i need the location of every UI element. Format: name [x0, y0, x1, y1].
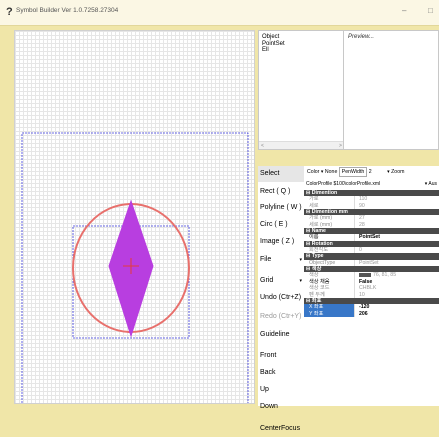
- tool-label: Circ ( E ): [260, 221, 288, 228]
- property-value-text: 90: [359, 202, 365, 209]
- property-category-label: Rotation: [311, 240, 333, 247]
- tool-button[interactable]: Rect ( Q ): [258, 184, 304, 200]
- tool-button[interactable]: Down: [258, 399, 304, 415]
- canvas-shapes: [21, 132, 249, 403]
- tool-label: Polyline ( W ): [260, 204, 302, 211]
- tool-label: Back: [260, 369, 276, 376]
- color-swatch: [359, 273, 371, 278]
- penwidth-label: PenWidth: [338, 167, 368, 177]
- tool-button[interactable]: Select: [258, 166, 304, 182]
- object-list-scrollbar[interactable]: < >: [259, 141, 343, 149]
- colorprofile-path[interactable]: $100\colorProfile.xml: [334, 181, 381, 187]
- scroll-right-icon[interactable]: >: [339, 143, 342, 149]
- tool-button[interactable]: Polyline ( W ): [258, 200, 304, 216]
- property-grid: ⊟ Dimention 가로 110 세로 90 ⊟ Dimention mm 가로 (mm…: [304, 190, 439, 317]
- tool-button[interactable]: Circ ( E ): [258, 217, 304, 233]
- tool-label: CenterFocus: [260, 425, 301, 432]
- zoom-label[interactable]: Zoom: [391, 169, 404, 175]
- property-value-text: -120: [359, 304, 370, 311]
- tool-label: Guideline: [260, 331, 290, 338]
- tool-button[interactable]: CenterFocus: [258, 421, 304, 437]
- property-value-text: 76, 81, 85: [373, 272, 397, 279]
- color-label: Color: [307, 169, 320, 175]
- property-value-text: False: [359, 278, 373, 285]
- property-row[interactable]: Y 좌표 206: [304, 310, 439, 317]
- tool-label: Undo (Ctr+Z): [260, 294, 302, 301]
- dropdown-caret-icon: ▾: [299, 278, 302, 284]
- drawing-canvas[interactable]: [14, 30, 255, 404]
- tool-button[interactable]: Back: [258, 365, 304, 381]
- property-value-text: CHBLK: [359, 285, 377, 292]
- property-value-text: PointSet: [359, 234, 381, 241]
- colorprofile-bar: ColorProfile $100\colorProfile.xml ▾ Aus: [304, 178, 439, 190]
- tool-label: Down: [260, 403, 278, 410]
- tool-label: Grid: [260, 277, 274, 284]
- tool-button[interactable]: File ▾: [258, 252, 304, 268]
- property-value-text: 28: [359, 221, 365, 228]
- tool-button[interactable]: Image ( Z ): [258, 234, 304, 250]
- colorprofile-label: ColorProfile: [306, 181, 333, 187]
- color-caret-icon[interactable]: ▾: [321, 169, 324, 175]
- property-value-text: 206: [359, 310, 368, 317]
- dropdown-caret-icon: ▾: [299, 257, 302, 263]
- colorprofile-extra[interactable]: ▾ Aus: [425, 178, 437, 190]
- property-key: Y 좌표: [304, 310, 355, 317]
- tool-label: File: [260, 256, 272, 263]
- props-toolbar: Color ▾ None PenWidth 2 ▾ Zoom: [304, 166, 439, 178]
- tool-label: Rect ( Q ): [260, 188, 291, 195]
- app-window: ? Symbol Builder Ver 1.0.7258.27304 – □ …: [0, 0, 439, 432]
- property-value-text: 110: [359, 196, 368, 203]
- object-list-item[interactable]: Ell: [259, 47, 343, 54]
- tool-label: Redo (Ctr+Y): [260, 313, 302, 320]
- property-value[interactable]: 206: [357, 311, 439, 317]
- maximize-button[interactable]: □: [428, 6, 433, 15]
- scroll-left-icon[interactable]: <: [261, 143, 264, 149]
- tool-label: Up: [260, 386, 269, 393]
- tool-button[interactable]: Grid ▾: [258, 273, 304, 289]
- property-category-label: 좌표: [311, 297, 322, 304]
- title-bar: ? Symbol Builder Ver 1.0.7258.27304 – □: [0, 0, 439, 26]
- zoom-caret-icon[interactable]: ▾: [387, 169, 390, 175]
- tool-button[interactable]: Guideline: [258, 327, 304, 343]
- property-category-label: Type: [311, 253, 324, 260]
- tool-label: Front: [260, 352, 277, 359]
- property-value-text: 0: [359, 247, 362, 254]
- tool-button[interactable]: Undo (Ctr+Z): [258, 290, 304, 306]
- tool-button[interactable]: Up: [258, 382, 304, 398]
- color-value[interactable]: None: [325, 169, 337, 175]
- penwidth-select[interactable]: 2: [369, 169, 372, 175]
- tool-button[interactable]: Redo (Ctr+Y): [258, 309, 304, 325]
- object-list[interactable]: Object PointSet Ell < >: [258, 30, 344, 150]
- preview-panel: Preview...: [344, 30, 439, 150]
- preview-label: Preview...: [348, 34, 375, 40]
- window-title: Symbol Builder Ver 1.0.7258.27304: [16, 7, 119, 14]
- tool-column: Select Rect ( Q ) Polyline ( W ) Circ ( E )…: [258, 166, 304, 432]
- property-value-text: 10: [359, 291, 365, 298]
- property-panel: Color ▾ None PenWidth 2 ▾ Zoom ColorProf…: [304, 166, 439, 406]
- tool-button[interactable]: Front: [258, 348, 304, 364]
- tool-label: Select: [260, 170, 280, 177]
- tool-label: Image ( Z ): [260, 238, 295, 245]
- app-icon: ?: [6, 6, 13, 18]
- property-value-text: 27: [359, 215, 365, 222]
- minimize-button[interactable]: –: [402, 6, 406, 15]
- property-value-text: PointSet: [359, 259, 379, 266]
